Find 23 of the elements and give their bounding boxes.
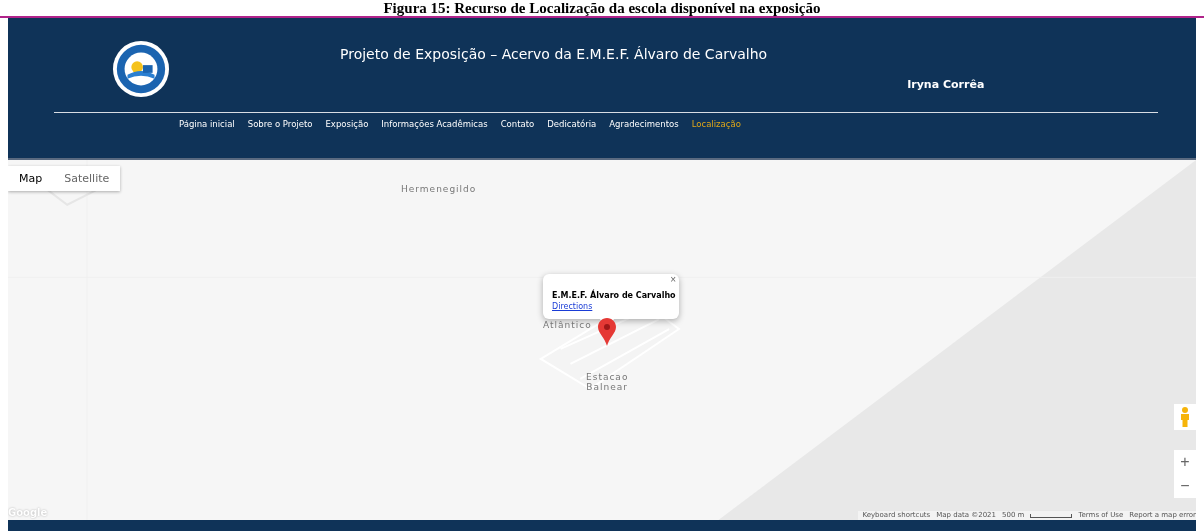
map-type-tab[interactable]: Map [8, 166, 54, 191]
nav-link[interactable]: Localização [691, 119, 741, 129]
person-icon [1179, 407, 1191, 427]
place-label: Estacao Balnear [586, 372, 629, 392]
close-button[interactable]: × [670, 275, 676, 285]
nav-link[interactable]: Sobre o Projeto [247, 119, 313, 129]
map-pin-icon [598, 318, 616, 346]
directions-link[interactable]: Directions [552, 302, 671, 311]
user-name: Iryna Corrêa [907, 78, 985, 91]
map-type-tab[interactable]: Satellite [53, 166, 121, 191]
place-label: Hermenegildo [401, 184, 477, 194]
nav-link[interactable]: Informações Acadêmicas [381, 119, 488, 129]
place-name: E.M.E.F. Álvaro de Carvalho [552, 290, 676, 301]
site-title: Projeto de Exposição – Acervo da E.M.E.F. Álvaro de Carvalho [340, 46, 768, 62]
scale-bar [1030, 513, 1073, 518]
street-view-button[interactable] [1174, 404, 1196, 430]
school-logo-icon [112, 40, 170, 98]
nav-link[interactable]: Dedicatória [547, 119, 597, 129]
nav-link[interactable]: Agradecimentos [609, 119, 679, 129]
nav-link[interactable]: Página inicial [179, 119, 235, 129]
place-label: Atlântico [543, 320, 592, 330]
nav-link[interactable]: Contato [500, 119, 535, 129]
nav-link[interactable]: Exposição [325, 119, 369, 129]
